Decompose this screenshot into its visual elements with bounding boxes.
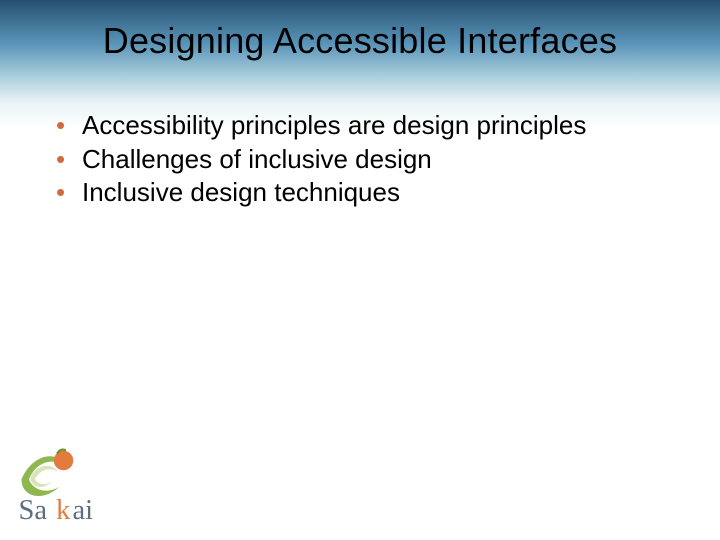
bullet-item: Inclusive design techniques bbox=[54, 177, 660, 209]
bullet-item: Accessibility principles are design prin… bbox=[54, 110, 660, 142]
bullet-item: Challenges of inclusive design bbox=[54, 144, 660, 176]
sakai-logo: Sa k ai bbox=[14, 438, 134, 528]
slide: Designing Accessible Interfaces Accessib… bbox=[0, 0, 720, 540]
slide-body: Accessibility principles are design prin… bbox=[54, 110, 660, 211]
sakai-logo-icon: Sa k ai bbox=[14, 438, 134, 528]
bullet-list: Accessibility principles are design prin… bbox=[54, 110, 660, 209]
logo-text-ai: ai bbox=[73, 495, 94, 526]
logo-text-k: k bbox=[56, 495, 71, 526]
logo-text-sa: Sa bbox=[19, 495, 48, 526]
slide-title: Designing Accessible Interfaces bbox=[0, 20, 720, 62]
